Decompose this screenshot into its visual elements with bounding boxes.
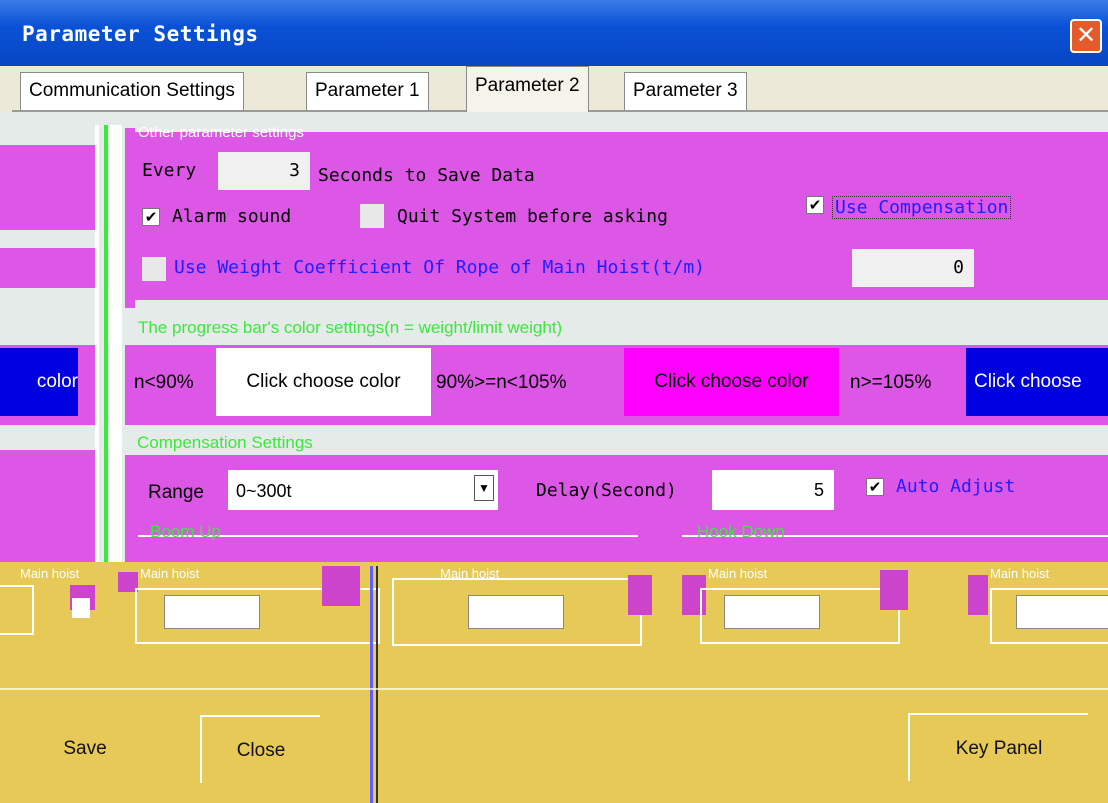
use-compensation-label[interactable]: Use Compensation	[832, 196, 1012, 219]
fragment-block	[72, 598, 90, 618]
tab-parameter-1[interactable]: Parameter 1	[306, 72, 429, 110]
main-hoist-input[interactable]	[1016, 595, 1108, 629]
left-panel-fragment	[0, 145, 95, 230]
alarm-sound-label: Alarm sound	[172, 206, 292, 227]
range-high-label: n>=105%	[850, 372, 932, 393]
divider	[110, 125, 122, 562]
divider	[104, 125, 108, 562]
main-hoist-caption: Main hoist	[708, 566, 768, 581]
every-label: Every	[142, 160, 197, 181]
range-select-value: 0~300t	[236, 481, 292, 501]
range-label: Range	[148, 482, 204, 503]
fragment-block	[968, 575, 988, 615]
high-color-button[interactable]: Click choose	[966, 348, 1108, 416]
compensation-caption: Compensation Settings	[137, 433, 313, 452]
save-button[interactable]: Save	[0, 715, 170, 783]
key-panel-button[interactable]: Key Panel	[908, 713, 1088, 781]
divider	[95, 125, 99, 562]
use-compensation-checkbox[interactable]: ✔	[806, 196, 824, 214]
tab-parameter-3[interactable]: Parameter 3	[624, 72, 747, 110]
range-low-label: n<90%	[134, 372, 194, 393]
main-hoist-input[interactable]	[468, 595, 564, 629]
fragment-frame	[0, 585, 34, 635]
tab-parameter-2[interactable]: Parameter 2	[466, 66, 589, 112]
auto-adjust-label: Auto Adjust	[896, 476, 1016, 497]
hook-down-caption: Hook Down	[697, 522, 785, 541]
delay-input[interactable]: 5	[712, 470, 834, 510]
left-panel-fragment	[0, 450, 95, 562]
save-interval-input[interactable]: 3	[218, 152, 310, 190]
window-title: Parameter Settings	[22, 22, 259, 46]
footer-divider	[0, 688, 1108, 690]
rope-weight-checkbox[interactable]	[142, 257, 166, 281]
delay-label: Delay(Second)	[536, 480, 677, 501]
main-hoist-caption: Main hoist	[990, 566, 1050, 581]
mid-color-button[interactable]: Click choose color	[624, 348, 839, 416]
alarm-sound-checkbox[interactable]: ✔	[142, 208, 160, 226]
close-icon[interactable]: ✕	[1070, 19, 1102, 53]
tab-communication-settings[interactable]: Communication Settings	[20, 72, 244, 110]
main-hoist-input[interactable]	[164, 595, 260, 629]
left-color-button[interactable]: color	[0, 348, 78, 416]
auto-adjust-checkbox[interactable]: ✔	[866, 478, 884, 496]
fragment-block	[628, 575, 652, 615]
main-hoist-caption: Main hoist	[140, 566, 200, 581]
boom-up-caption: Boom Up	[150, 522, 221, 541]
fragment-line	[376, 566, 378, 803]
chevron-down-icon[interactable]: ▼	[474, 475, 494, 501]
fragment-block	[880, 570, 908, 610]
main-hoist-caption: Main hoist	[20, 566, 80, 581]
quit-label: Quit System before asking	[397, 206, 668, 227]
rope-weight-input[interactable]: 0	[852, 249, 974, 287]
fragment-block	[322, 566, 360, 606]
other-params-caption: Other parameter settings	[138, 124, 304, 141]
main-hoist-caption: Main hoist	[440, 566, 500, 581]
main-hoist-input[interactable]	[724, 595, 820, 629]
left-panel-fragment	[0, 248, 95, 288]
fragment-line	[370, 566, 373, 803]
progress-colors-caption: The progress bar's color settings(n = we…	[138, 318, 563, 337]
close-button[interactable]: Close	[200, 715, 320, 783]
range-mid-label: 90%>=n<105%	[436, 372, 567, 393]
rope-weight-label: Use Weight Coefficient Of Rope of Main H…	[174, 257, 706, 278]
low-color-button[interactable]: Click choose color	[216, 348, 431, 416]
save-suffix-label: Seconds to Save Data	[318, 165, 535, 186]
group-border	[125, 128, 135, 308]
quit-checkbox[interactable]	[360, 204, 384, 228]
